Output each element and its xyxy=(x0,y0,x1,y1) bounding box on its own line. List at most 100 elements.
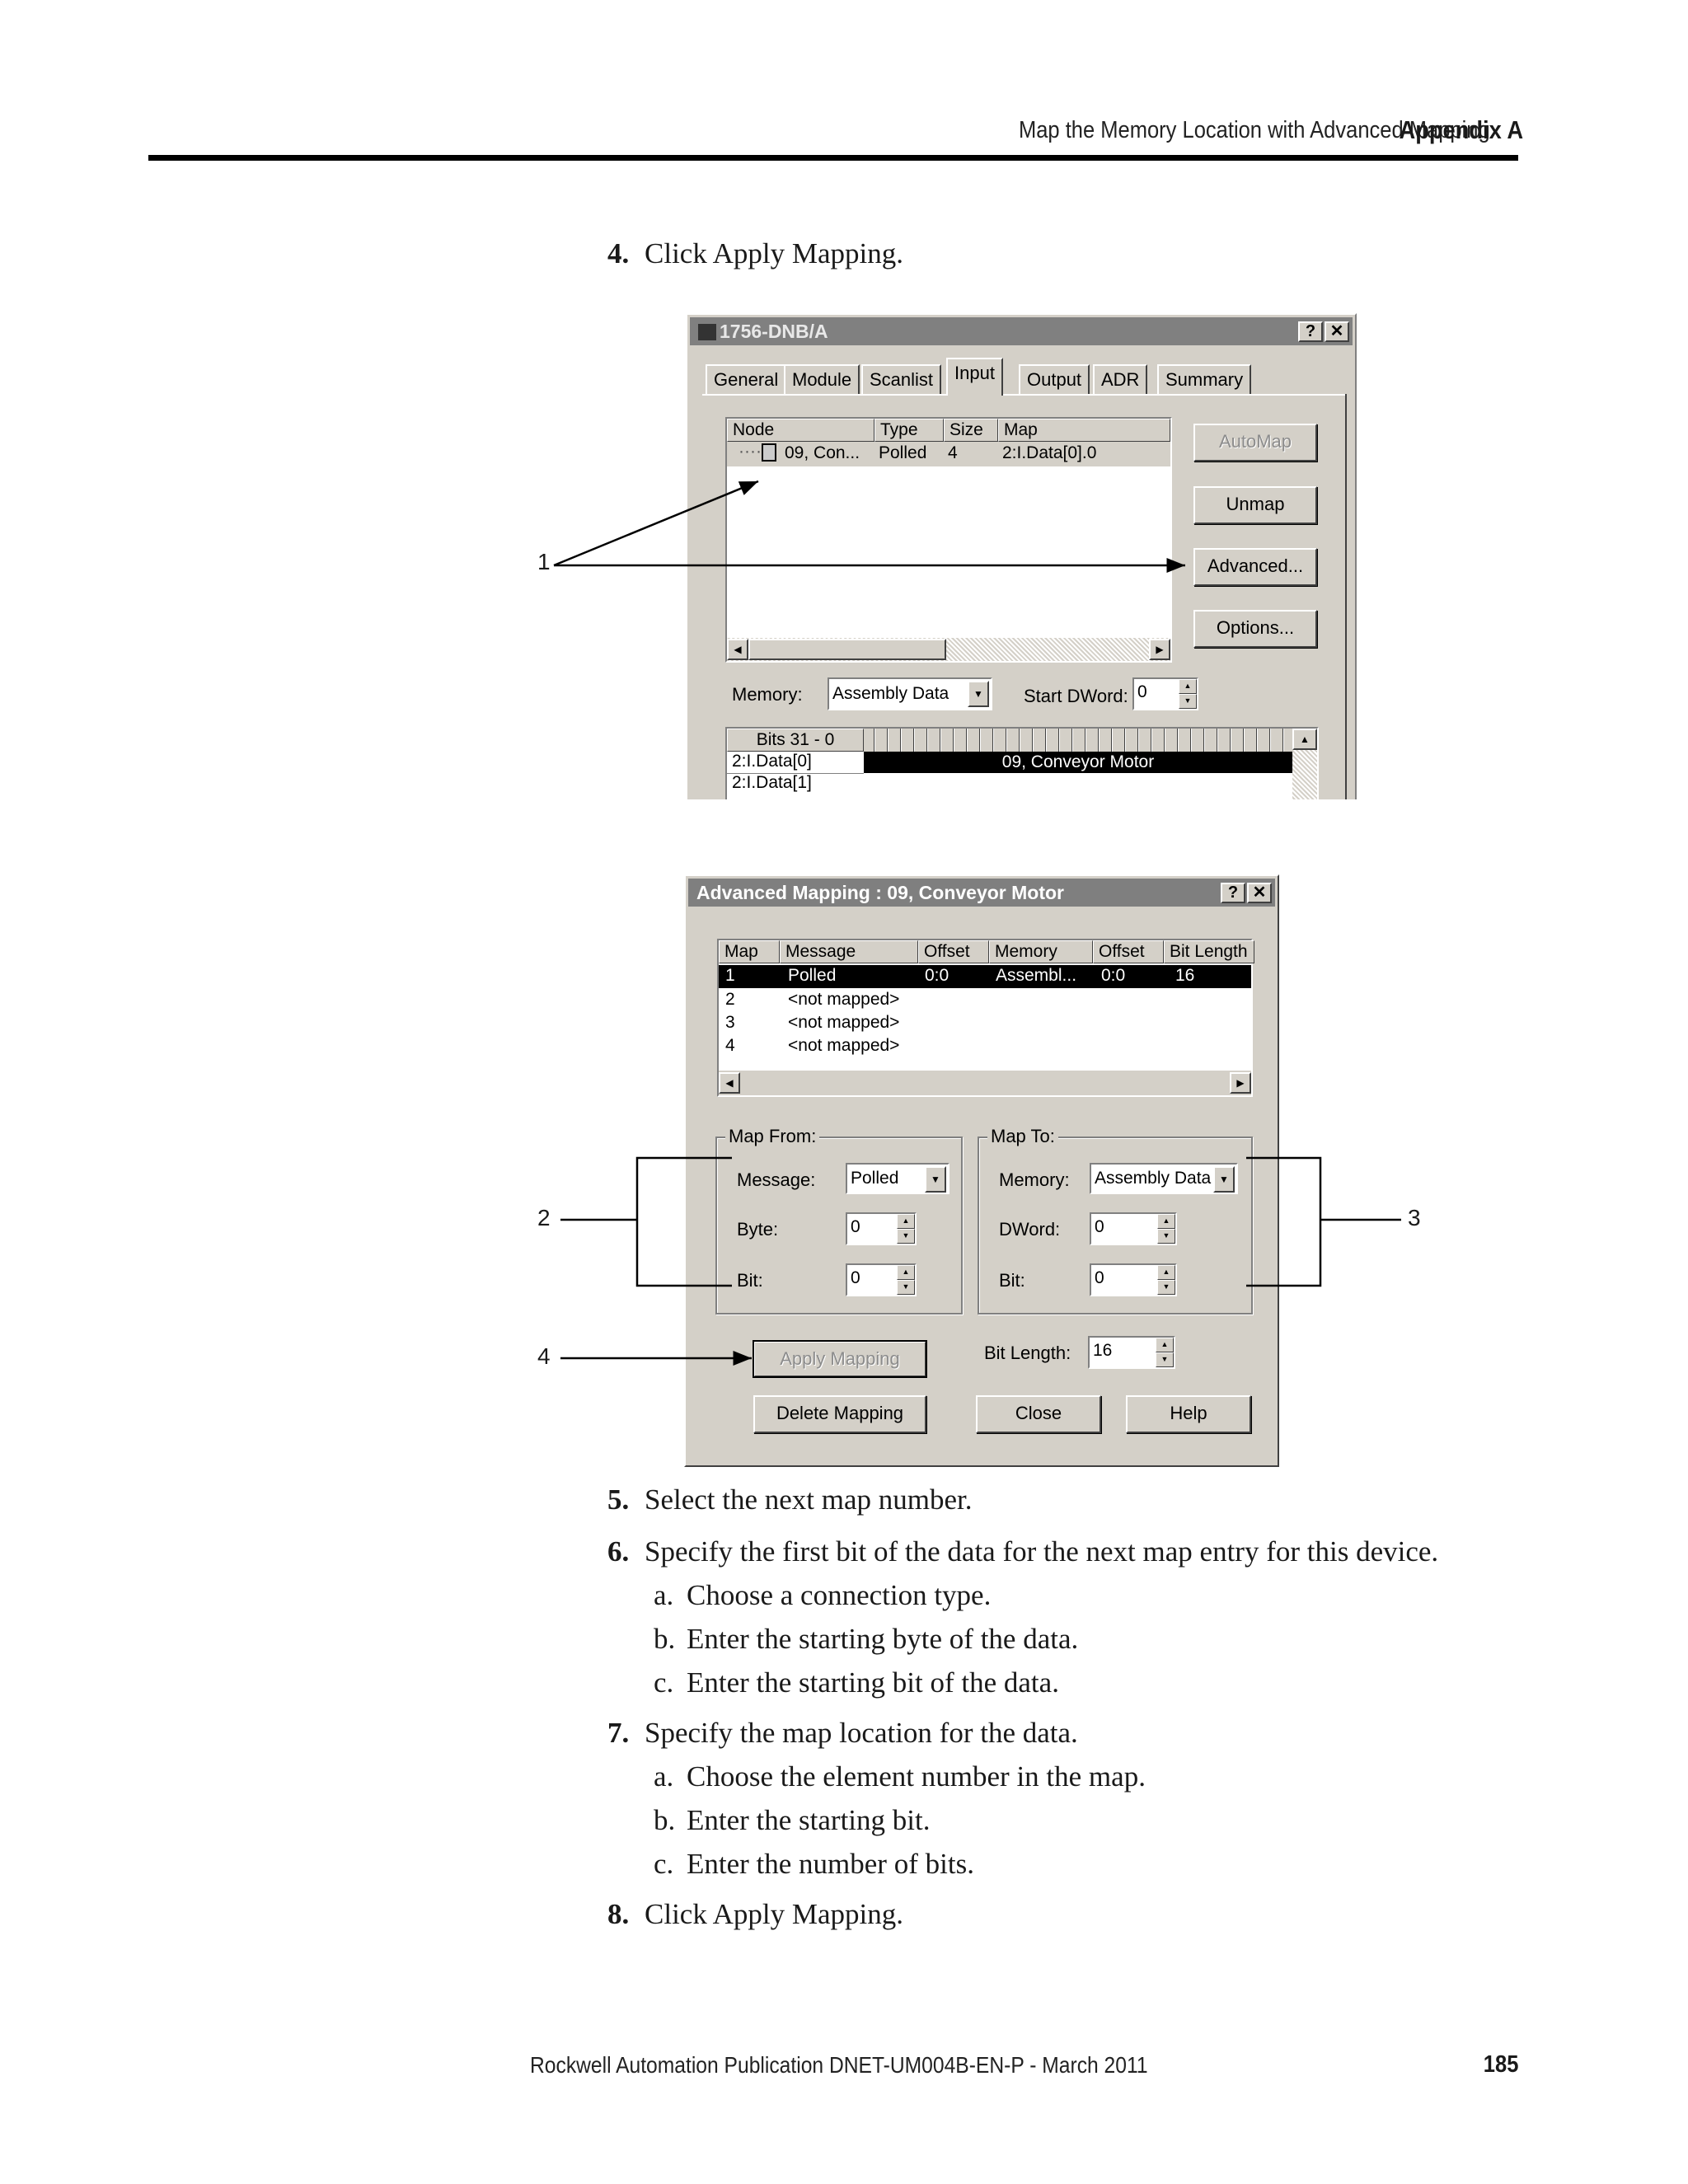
substep-6a: a. Choose a connection type. xyxy=(654,1579,991,1612)
spin-arrows[interactable]: ▲ ▼ xyxy=(1157,1214,1175,1244)
bits-grid[interactable]: Bits 31 - 0 2:I.Data[0] 2:I.Data[1] 09, … xyxy=(725,727,1319,799)
close-icon[interactable]: ✕ xyxy=(1325,321,1349,342)
from-bit-stepper[interactable]: 0 ▲ ▼ xyxy=(846,1263,917,1296)
close-button[interactable]: Close xyxy=(976,1395,1101,1433)
message-select[interactable]: Polled ▼ xyxy=(846,1163,950,1194)
spin-up-icon[interactable]: ▲ xyxy=(897,1265,915,1280)
substep-letter: a. xyxy=(654,1760,674,1793)
spin-down-icon[interactable]: ▼ xyxy=(897,1280,915,1295)
row-bit-length: 16 xyxy=(1175,966,1195,985)
spin-up-icon[interactable]: ▲ xyxy=(1156,1338,1174,1352)
spin-arrows[interactable]: ▲ ▼ xyxy=(897,1214,915,1244)
col-bit-length[interactable]: Bit Length xyxy=(1164,940,1254,963)
memory-select[interactable]: Assembly Data ▼ xyxy=(828,677,992,710)
chevron-down-icon[interactable]: ▼ xyxy=(925,1166,946,1193)
scroll-left-icon[interactable]: ◀ xyxy=(719,1072,740,1094)
options-button[interactable]: Options... xyxy=(1193,610,1317,648)
device-icon xyxy=(762,443,776,462)
table-row[interactable]: ····· 09, Con... Polled 4 2:I.Data[0].0 xyxy=(727,442,1170,466)
substep-text: Choose the element number in the map. xyxy=(687,1760,1146,1793)
help-icon[interactable]: ? xyxy=(1298,321,1323,342)
chevron-down-icon[interactable]: ▼ xyxy=(1213,1166,1235,1193)
substep-text: Enter the starting byte of the data. xyxy=(687,1623,1079,1655)
scroll-left-icon[interactable]: ◀ xyxy=(727,639,748,660)
memory-select[interactable]: Assembly Data ▼ xyxy=(1090,1163,1238,1194)
callout-2: 2 xyxy=(537,1205,551,1230)
delete-mapping-button[interactable]: Delete Mapping xyxy=(753,1395,926,1433)
bits-mapping-bar[interactable]: 09, Conveyor Motor xyxy=(864,752,1292,773)
substep-letter: c. xyxy=(654,1666,674,1699)
col-type[interactable]: Type xyxy=(874,419,944,442)
scroll-right-icon[interactable]: ▶ xyxy=(1149,639,1170,660)
tab-panel-edge xyxy=(702,394,1345,396)
bits-header: Bits 31 - 0 xyxy=(727,729,864,752)
callout-4: 4 xyxy=(537,1343,551,1369)
bit-length-stepper[interactable]: 16 ▲ ▼ xyxy=(1088,1336,1175,1369)
automap-button[interactable]: AutoMap xyxy=(1193,424,1317,462)
col-node[interactable]: Node xyxy=(727,419,874,442)
spin-up-icon[interactable]: ▲ xyxy=(1157,1214,1175,1229)
table-row[interactable]: 4 <not mapped> xyxy=(719,1036,1251,1059)
scroll-thumb[interactable] xyxy=(748,639,946,660)
tab-input[interactable]: Input xyxy=(946,358,1003,396)
spin-up-icon[interactable]: ▲ xyxy=(1179,679,1197,694)
col-offset[interactable]: Offset xyxy=(918,940,989,963)
table-row[interactable]: 2 <not mapped> xyxy=(719,990,1251,1013)
help-icon[interactable]: ? xyxy=(1221,883,1245,903)
row-message: <not mapped> xyxy=(788,1013,900,1032)
spin-down-icon[interactable]: ▼ xyxy=(897,1229,915,1244)
horizontal-scrollbar[interactable]: ◀ ▶ xyxy=(719,1071,1251,1095)
tab-general[interactable]: General xyxy=(706,364,787,394)
spin-down-icon[interactable]: ▼ xyxy=(1157,1280,1175,1295)
tab-summary[interactable]: Summary xyxy=(1157,364,1252,394)
to-bit-stepper[interactable]: 0 ▲ ▼ xyxy=(1090,1263,1177,1296)
step-text: Click Apply Mapping. xyxy=(645,1898,904,1930)
row-map: 4 xyxy=(725,1036,735,1055)
spin-down-icon[interactable]: ▼ xyxy=(1179,694,1197,709)
col-message[interactable]: Message xyxy=(780,940,918,963)
spin-arrows[interactable]: ▲ ▼ xyxy=(1157,1265,1175,1295)
tab-module[interactable]: Module xyxy=(784,364,860,394)
table-row[interactable]: 3 <not mapped> xyxy=(719,1013,1251,1036)
col-map[interactable]: Map xyxy=(998,419,1170,442)
spin-up-icon[interactable]: ▲ xyxy=(1157,1265,1175,1280)
byte-stepper[interactable]: 0 ▲ ▼ xyxy=(846,1212,917,1245)
close-icon[interactable]: ✕ xyxy=(1247,883,1272,903)
spin-arrows[interactable]: ▲ ▼ xyxy=(897,1265,915,1295)
spin-arrows[interactable]: ▲ ▼ xyxy=(1156,1338,1174,1367)
message-label: Message: xyxy=(737,1169,816,1190)
chevron-down-icon[interactable]: ▼ xyxy=(968,681,989,707)
spin-arrows[interactable]: ▲ ▼ xyxy=(1179,679,1197,709)
table-row-selected[interactable]: 1 Polled 0:0 Assembl... 0:0 16 xyxy=(719,965,1251,988)
vertical-scrollbar[interactable] xyxy=(1292,750,1317,799)
tab-scanlist[interactable]: Scanlist xyxy=(861,364,942,394)
dword-stepper[interactable]: 0 ▲ ▼ xyxy=(1090,1212,1177,1245)
scroll-up-icon[interactable]: ▲ xyxy=(1292,729,1317,750)
col-size[interactable]: Size xyxy=(944,419,998,442)
spin-down-icon[interactable]: ▼ xyxy=(1157,1229,1175,1244)
bits-row-0: 2:I.Data[0] xyxy=(732,752,812,771)
tab-output[interactable]: Output xyxy=(1019,364,1090,394)
step-8: 8. Click Apply Mapping. xyxy=(607,1898,904,1931)
substep-6b: b. Enter the starting byte of the data. xyxy=(654,1623,1079,1656)
col-map[interactable]: Map xyxy=(719,940,780,963)
node-list[interactable]: Node Type Size Map ····· 09, Con... Poll… xyxy=(725,417,1172,663)
horizontal-scrollbar[interactable]: ◀ ▶ xyxy=(727,638,1170,661)
help-button[interactable]: Help xyxy=(1126,1395,1251,1433)
row-map: 3 xyxy=(725,1013,735,1032)
col-offset-2[interactable]: Offset xyxy=(1093,940,1164,963)
scroll-right-icon[interactable]: ▶ xyxy=(1230,1072,1251,1094)
bit-length-value: 16 xyxy=(1093,1341,1113,1360)
substep-6c: c. Enter the starting bit of the data. xyxy=(654,1666,1059,1699)
col-memory[interactable]: Memory xyxy=(989,940,1093,963)
advanced-button[interactable]: Advanced... xyxy=(1193,548,1317,586)
spin-down-icon[interactable]: ▼ xyxy=(1156,1352,1174,1367)
substep-text: Enter the number of bits. xyxy=(687,1848,974,1880)
unmap-button[interactable]: Unmap xyxy=(1193,486,1317,524)
start-dword-stepper[interactable]: 0 ▲ ▼ xyxy=(1132,677,1198,710)
tab-adr[interactable]: ADR xyxy=(1093,364,1148,394)
substep-7b: b. Enter the starting bit. xyxy=(654,1804,930,1837)
apply-mapping-button[interactable]: Apply Mapping xyxy=(753,1340,927,1378)
mapping-list[interactable]: Map Message Offset Memory Offset Bit Len… xyxy=(717,939,1254,1097)
spin-up-icon[interactable]: ▲ xyxy=(897,1214,915,1229)
